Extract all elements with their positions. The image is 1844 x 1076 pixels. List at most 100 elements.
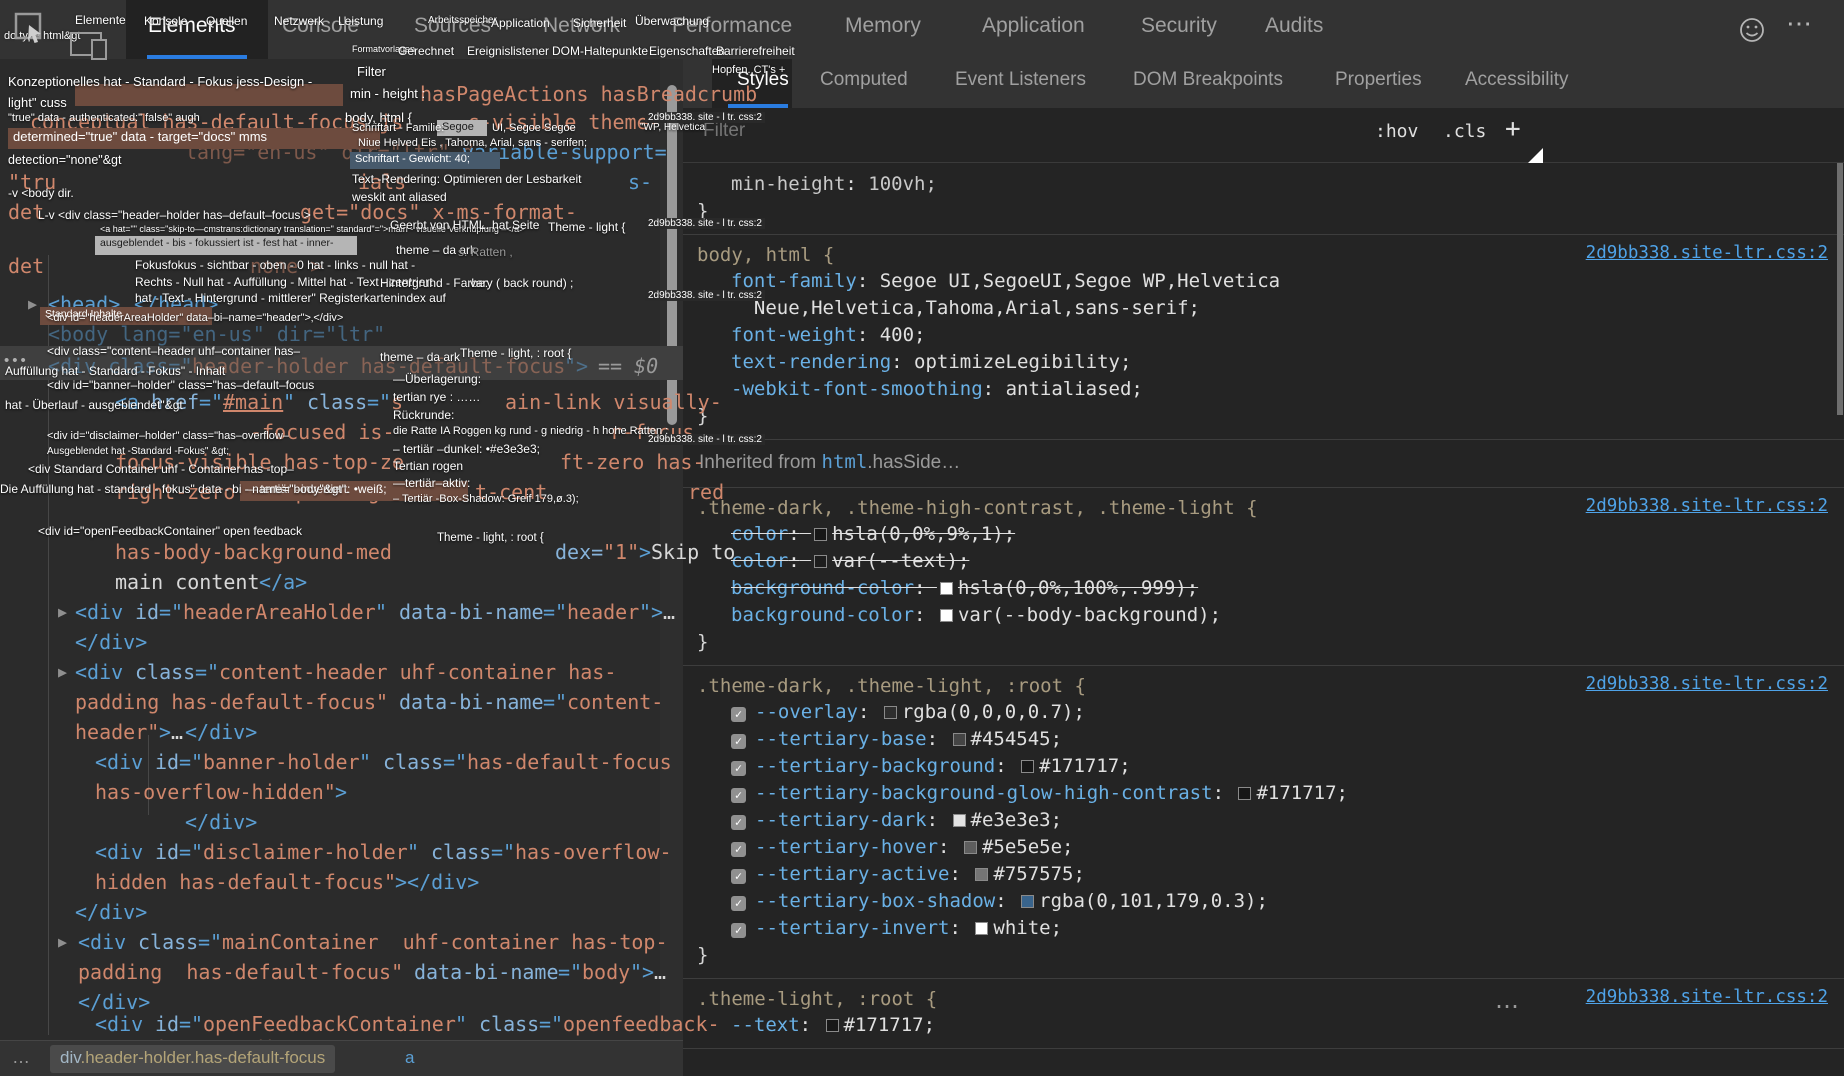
css-declaration[interactable]: ✓--tertiary-background: #171717;	[697, 753, 1830, 780]
css-declaration[interactable]: ✓--tertiary-active: #757575;	[697, 861, 1830, 888]
filter-button-cls[interactable]: .cls	[1443, 121, 1486, 142]
dom-node-text: "	[455, 1012, 479, 1036]
css-declaration[interactable]: -webkit-font-smoothing: antialiased;	[697, 376, 1830, 403]
css-declaration[interactable]: ✓--tertiary-invert: white;	[697, 915, 1830, 942]
dom-node-text: <div	[75, 660, 135, 684]
css-declaration[interactable]: ✓ --tertiary-background-glow-high-contras…	[697, 780, 1830, 807]
sidebar-tab-event-listeners[interactable]: Event Listeners	[955, 69, 1086, 91]
tab-audits[interactable]: Audits	[1265, 14, 1323, 38]
color-swatch[interactable]	[953, 733, 966, 746]
declaration-checkbox[interactable]: ✓	[731, 923, 746, 938]
breadcrumb-selected-crumb[interactable]: div.header-holder.has-default-focus	[50, 1045, 335, 1073]
color-swatch[interactable]	[975, 922, 988, 935]
color-swatch[interactable]	[814, 555, 827, 568]
inherited-target[interactable]: html	[822, 451, 868, 473]
dom-node-text: ="	[558, 960, 582, 984]
translation-overlay-box: determined="true" data - target="docs" m…	[8, 128, 380, 149]
stylesheet-link[interactable]: 2d9bb338.site-ltr.css:2	[1586, 496, 1828, 516]
dom-node-text: header"	[75, 720, 159, 744]
css-declaration[interactable]: Neue,Helvetica,Tahoma,Arial,sans-serif;	[697, 295, 1830, 322]
stylesheet-link[interactable]: 2d9bb338.site-ltr.css:2	[1586, 674, 1828, 694]
css-declaration[interactable]: min-height: 100vh;	[697, 171, 1830, 198]
sidebar-tab-accessibility[interactable]: Accessibility	[1465, 69, 1568, 91]
css-declaration[interactable]: --text: #171717;	[697, 1012, 1830, 1039]
css-declaration[interactable]: color: var(--text);	[697, 548, 1830, 575]
declaration-checkbox[interactable]: ✓	[731, 842, 746, 857]
expand-arrow-icon[interactable]: ▶	[58, 933, 67, 951]
color-swatch[interactable]	[826, 1019, 839, 1032]
crumb-tag-name: div	[60, 1048, 80, 1067]
expand-arrow-icon[interactable]: ▶	[28, 295, 37, 313]
declaration-checkbox[interactable]: ✓	[731, 869, 746, 884]
device-toolbar-icon[interactable]	[70, 32, 110, 60]
property-name: --tertiary-background-glow-high-contrast	[755, 782, 1213, 804]
color-swatch[interactable]	[814, 528, 827, 541]
filter-button-hov[interactable]: :hov	[1375, 121, 1418, 142]
expand-arrow-icon[interactable]: ▶	[58, 603, 67, 621]
filter-button-[interactable]: +	[1505, 114, 1521, 144]
property-name: --tertiary-hover	[755, 836, 938, 858]
breadcrumb-a-crumb[interactable]: a	[405, 1048, 414, 1068]
css-declaration[interactable]: background-color: hsla(0,0%,100%,.999);	[697, 575, 1830, 602]
css-declaration[interactable]: background-color: var(--body-background)…	[697, 602, 1830, 629]
tab-security[interactable]: Security	[1141, 14, 1217, 38]
css-declaration[interactable]: text-rendering: optimizeLegibility;	[697, 349, 1830, 376]
sidebar-tab-dom-breakpoints[interactable]: DOM Breakpoints	[1133, 69, 1283, 91]
declaration-checkbox[interactable]: ✓	[731, 761, 746, 776]
devtools-window: ElementsConsoleSourcesNetworkPerformance…	[0, 0, 1844, 1076]
css-declaration[interactable]: ✓--tertiary-base: #454545;	[697, 726, 1830, 753]
color-swatch[interactable]	[953, 814, 966, 827]
property-value: #171717;	[844, 1014, 936, 1036]
css-declaration[interactable]: ✓--tertiary-dark: #e3e3e3;	[697, 807, 1830, 834]
dom-node-text: …	[654, 960, 666, 984]
translation-overlay: Leistung	[338, 14, 383, 28]
stylesheet-link[interactable]: 2d9bb338.site-ltr.css:2	[1586, 987, 1828, 1007]
dom-node-text: class	[431, 840, 491, 864]
declaration-checkbox[interactable]: ✓	[731, 734, 746, 749]
translation-overlay: <div Standard Container uhf - Container …	[28, 462, 294, 476]
color-swatch[interactable]	[1021, 895, 1034, 908]
declaration-checkbox[interactable]: ✓	[731, 707, 746, 722]
css-declaration[interactable]: font-family: Segoe UI,SegoeUI,Segoe WP,H…	[697, 268, 1830, 295]
dom-node-text: padding has-default-focus"	[78, 960, 415, 984]
css-declaration[interactable]: color: hsla(0,0%,9%,1);	[697, 521, 1830, 548]
color-swatch[interactable]	[884, 706, 897, 719]
property-value: 100vh;	[857, 173, 937, 195]
color-swatch[interactable]	[1021, 760, 1034, 773]
color-swatch[interactable]	[964, 841, 977, 854]
rule-more-dots[interactable]: ⋯	[1495, 992, 1519, 1021]
color-swatch[interactable]	[940, 609, 953, 622]
dom-node-text: <div	[95, 1012, 155, 1036]
css-declaration[interactable]: font-weight: 400;	[697, 322, 1830, 349]
dom-node-text: has-overflow-hidden"	[95, 780, 336, 804]
declaration-checkbox[interactable]: ✓	[731, 896, 746, 911]
inspect-element-icon[interactable]	[14, 12, 46, 44]
breadcrumb-overflow-dots[interactable]: …	[12, 1047, 30, 1068]
stylesheet-link[interactable]: 2d9bb338.site-ltr.css:2	[1586, 243, 1828, 263]
tab-application[interactable]: Application	[982, 14, 1085, 38]
translation-overlay: Konsole	[144, 14, 187, 28]
color-swatch[interactable]	[940, 582, 953, 595]
tab-elements-underline	[147, 55, 247, 59]
declaration-checkbox[interactable]: ✓	[731, 815, 746, 830]
tab-memory[interactable]: Memory	[845, 14, 921, 38]
color-swatch[interactable]	[975, 868, 988, 881]
dom-node-text: …	[171, 720, 183, 744]
declaration-checkbox[interactable]: ✓	[731, 788, 746, 803]
css-declaration[interactable]: ✓--tertiary-box-shadow: rgba(0,101,179,0…	[697, 888, 1830, 915]
css-declaration[interactable]: ✓--tertiary-hover: #5e5e5e;	[697, 834, 1830, 861]
property-value: antialiased;	[994, 378, 1143, 400]
expand-arrow-icon[interactable]: ▶	[58, 663, 67, 681]
breadcrumb-bar: … div.header-holder.has-default-focus a	[0, 1040, 683, 1076]
feedback-smiley-icon[interactable]	[1738, 16, 1766, 44]
css-declaration[interactable]: ✓--overlay: rgba(0,0,0,0.7);	[697, 699, 1830, 726]
color-swatch[interactable]	[1238, 787, 1251, 800]
sidebar-tab-properties[interactable]: Properties	[1335, 69, 1422, 91]
sidebar-tab-computed[interactable]: Computed	[820, 69, 908, 91]
styles-filter-input[interactable]	[703, 120, 1343, 142]
dom-node-text: </div>	[75, 630, 147, 654]
dom-node-text: ">	[639, 600, 663, 624]
dom-node-text: openfeedback-	[563, 1012, 720, 1036]
translation-overlay: Netzwerk	[274, 14, 324, 28]
more-menu-icon[interactable]: ⋯	[1786, 8, 1812, 39]
